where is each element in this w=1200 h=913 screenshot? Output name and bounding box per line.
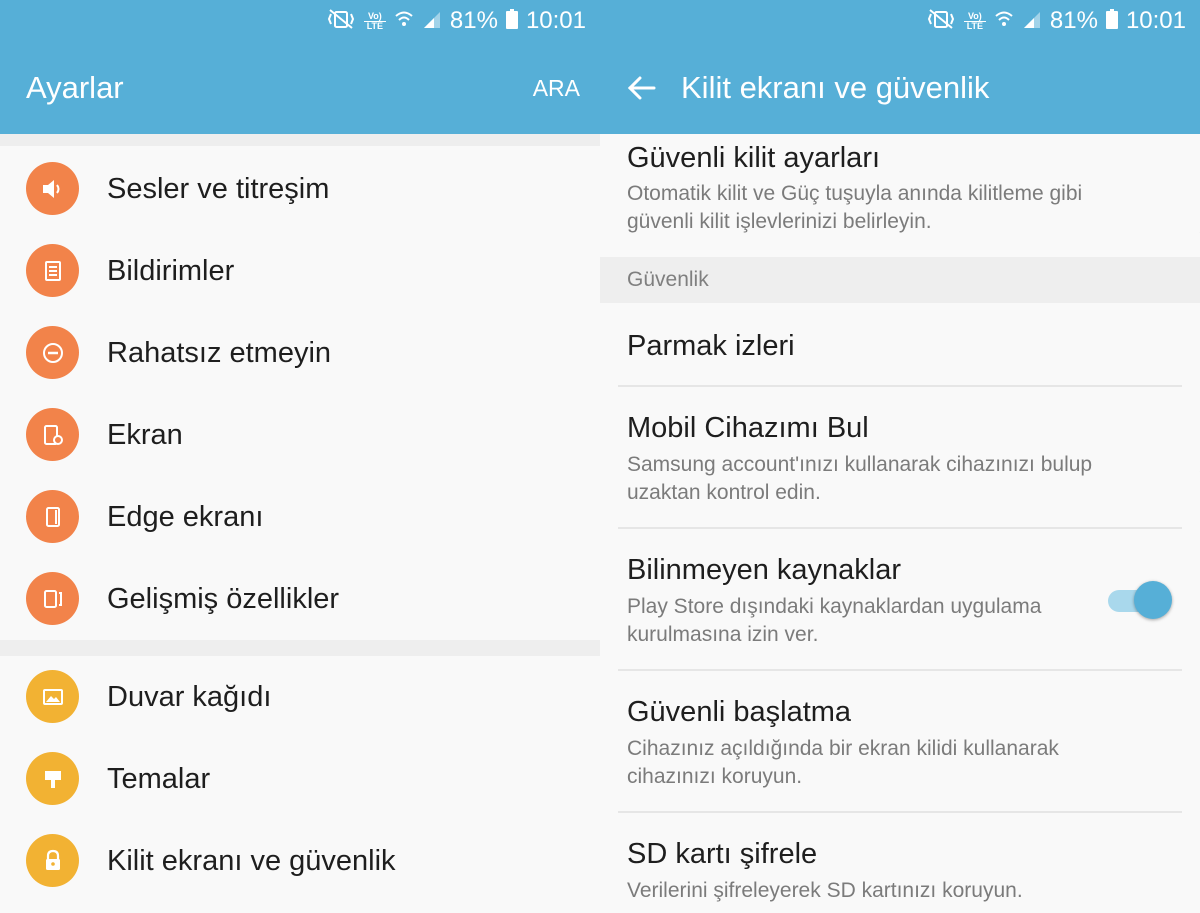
settings-item-label: Ekran bbox=[107, 419, 183, 451]
section-header-label: Güvenlik bbox=[627, 268, 709, 291]
item-title: Güvenli başlatma bbox=[627, 696, 852, 728]
app-bar: Vo) LTE 81% 10:01 Kilit ekranı ve güvenl… bbox=[600, 0, 1200, 134]
page-title: Ayarlar bbox=[26, 70, 124, 105]
fingerprints-item[interactable]: Parmak izleri bbox=[600, 303, 1200, 385]
item-subtitle: Samsung account'ınızı kullanarak cihazın… bbox=[627, 453, 1093, 476]
item-title: Bilinmeyen kaynaklar bbox=[627, 554, 902, 586]
volte-lte-icon: Vo) LTE bbox=[363, 11, 386, 31]
settings-list-group-2: Duvar kağıdı Temalar Kilit ekranı ve güv… bbox=[0, 656, 600, 902]
item-subtitle: uzaktan kontrol edin. bbox=[627, 481, 821, 504]
edge-screen-icon bbox=[26, 490, 79, 543]
item-subtitle: Play Store dışındaki kaynaklardan uygula… bbox=[627, 595, 1042, 618]
settings-item-label: Duvar kağıdı bbox=[107, 681, 272, 713]
item-subtitle: cihazınızı koruyun. bbox=[627, 765, 803, 788]
settings-item-advanced-features[interactable]: Gelişmiş özellikler bbox=[0, 558, 600, 640]
settings-item-label: Edge ekranı bbox=[107, 501, 264, 533]
settings-item-notifications[interactable]: Bildirimler bbox=[0, 230, 600, 312]
battery-percent: 81% bbox=[1049, 7, 1098, 34]
wifi-icon bbox=[994, 9, 1014, 34]
item-subtitle: Verilerini şifreleyerek SD kartınızı kor… bbox=[627, 879, 1023, 902]
item-subtitle: Cihazınız açıldığında bir ekran kilidi k… bbox=[627, 737, 1059, 760]
speaker-icon bbox=[26, 162, 79, 215]
item-subtitle: Otomatik kilit ve Güç tuşuyla anında kil… bbox=[627, 182, 1083, 205]
section-gap bbox=[0, 640, 600, 656]
search-button[interactable]: ARA bbox=[533, 72, 580, 104]
item-subtitle: kurulmasına izin ver. bbox=[627, 623, 819, 646]
settings-item-themes[interactable]: Temalar bbox=[0, 738, 600, 820]
status-bar: Vo) LTE 81% 10:01 bbox=[326, 6, 586, 36]
settings-item-label: Rahatsız etmeyin bbox=[107, 337, 332, 369]
wallpaper-icon bbox=[26, 670, 79, 723]
settings-item-label: Temalar bbox=[107, 763, 211, 795]
vibrate-mute-icon bbox=[926, 8, 956, 35]
arrow-left-icon bbox=[627, 76, 656, 100]
settings-item-sounds[interactable]: Sesler ve titreşim bbox=[0, 148, 600, 230]
signal-icon bbox=[422, 9, 442, 34]
section-gap bbox=[0, 134, 600, 146]
secure-startup-item[interactable]: Güvenli başlatma Cihazınız açıldığında b… bbox=[600, 671, 1200, 811]
toggle-knob bbox=[1134, 581, 1172, 619]
settings-item-label: Sesler ve titreşim bbox=[107, 173, 330, 205]
battery-icon bbox=[505, 8, 518, 34]
signal-icon bbox=[1022, 9, 1042, 34]
settings-item-wallpaper[interactable]: Duvar kağıdı bbox=[0, 656, 600, 738]
settings-list-group-1: Sesler ve titreşim Bildirimler Rahatsız … bbox=[0, 148, 600, 640]
display-settings-icon bbox=[26, 408, 79, 461]
settings-pane: Vo) LTE 81% 10:01 Ayarlar ARA Sesler ve … bbox=[0, 0, 600, 913]
back-button[interactable] bbox=[624, 70, 660, 106]
lock-screen-security-pane: Vo) LTE 81% 10:01 Kilit ekranı ve güvenl… bbox=[600, 0, 1200, 913]
wifi-icon bbox=[394, 9, 414, 34]
secure-lock-settings-item[interactable]: Güvenli kilit ayarları Otomatik kilit ve… bbox=[600, 134, 1200, 257]
settings-item-display[interactable]: Ekran bbox=[0, 394, 600, 476]
advanced-features-icon bbox=[26, 572, 79, 625]
app-bar: Vo) LTE 81% 10:01 Ayarlar ARA bbox=[0, 0, 600, 134]
settings-item-do-not-disturb[interactable]: Rahatsız etmeyin bbox=[0, 312, 600, 394]
clock: 10:01 bbox=[525, 7, 586, 34]
find-my-mobile-item[interactable]: Mobil Cihazımı Bul Samsung account'ınızı… bbox=[600, 387, 1200, 527]
lock-icon bbox=[26, 834, 79, 887]
page-title: Kilit ekranı ve güvenlik bbox=[681, 70, 990, 105]
status-bar: Vo) LTE 81% 10:01 bbox=[926, 6, 1186, 36]
battery-icon bbox=[1105, 8, 1118, 34]
do-not-disturb-icon bbox=[26, 326, 79, 379]
encrypt-sd-card-item[interactable]: SD kartı şifrele Verilerini şifreleyerek… bbox=[600, 813, 1200, 913]
vibrate-mute-icon bbox=[326, 8, 356, 35]
settings-item-label: Kilit ekranı ve güvenlik bbox=[107, 845, 396, 877]
unknown-sources-toggle[interactable] bbox=[1108, 580, 1172, 620]
settings-item-edge-screen[interactable]: Edge ekranı bbox=[0, 476, 600, 558]
item-title: Mobil Cihazımı Bul bbox=[627, 412, 869, 444]
volte-lte-icon: Vo) LTE bbox=[963, 11, 986, 31]
themes-brush-icon bbox=[26, 752, 79, 805]
item-title: Parmak izleri bbox=[627, 330, 795, 362]
section-header-security: Güvenlik bbox=[600, 257, 1200, 303]
notification-icon bbox=[26, 244, 79, 297]
settings-item-label: Bildirimler bbox=[107, 255, 235, 287]
item-title: Güvenli kilit ayarları bbox=[627, 142, 881, 174]
item-title: SD kartı şifrele bbox=[627, 838, 818, 870]
settings-item-lock-screen-security[interactable]: Kilit ekranı ve güvenlik bbox=[0, 820, 600, 902]
item-subtitle: güvenli kilit işlevlerinizi belirleyin. bbox=[627, 210, 932, 233]
battery-percent: 81% bbox=[449, 7, 498, 34]
clock: 10:01 bbox=[1125, 7, 1186, 34]
settings-item-label: Gelişmiş özellikler bbox=[107, 583, 340, 615]
